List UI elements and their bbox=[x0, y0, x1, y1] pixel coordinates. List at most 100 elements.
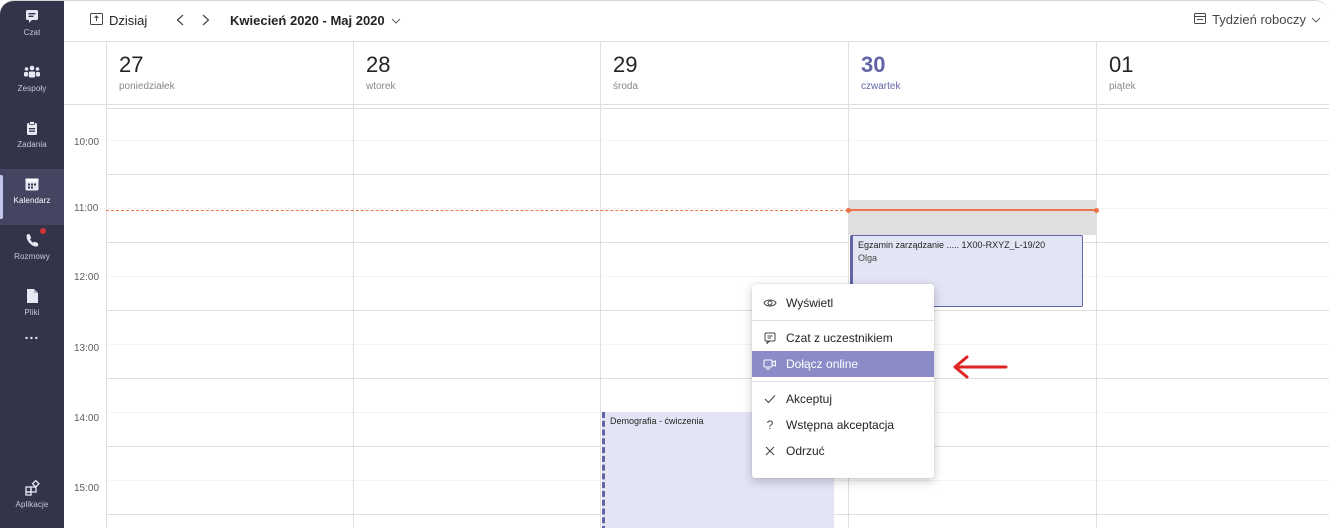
menu-item-accept[interactable]: Akceptuj bbox=[752, 386, 934, 412]
time-label: 11:00 bbox=[74, 203, 99, 214]
time-label: 12:00 bbox=[74, 272, 100, 283]
rail-item-assignments[interactable]: Zadania bbox=[0, 113, 64, 169]
hour-line bbox=[106, 378, 1329, 379]
menu-item-decline[interactable]: Odrzuć bbox=[752, 438, 934, 464]
rail-item-calendar[interactable]: Kalendarz bbox=[0, 169, 64, 225]
date-range-picker[interactable]: Kwiecień 2020 - Maj 2020 bbox=[230, 13, 401, 28]
day-number: 01 bbox=[1109, 52, 1134, 77]
event-title: Egzamin zarządzanie ..... 1X00-RXYZ_L-19… bbox=[858, 240, 1046, 250]
chat-icon bbox=[23, 7, 41, 25]
day-header-thursday[interactable]: 30 czwartek bbox=[848, 42, 1096, 106]
half-hour-line bbox=[106, 140, 1329, 141]
day-header-wednesday[interactable]: 29 środa bbox=[600, 42, 848, 106]
date-range-label: Kwiecień 2020 - Maj 2020 bbox=[230, 13, 385, 28]
menu-item-label: Odrzuć bbox=[786, 444, 825, 458]
chevron-down-icon bbox=[391, 15, 401, 27]
menu-item-view[interactable]: Wyświetl bbox=[752, 290, 934, 316]
rail-item-teams[interactable]: Zespoły bbox=[0, 57, 64, 113]
rail-label: Zadania bbox=[17, 140, 47, 149]
event-context-menu: Wyświetl Czat z uczestnikiem Dołącz onli… bbox=[752, 284, 934, 478]
today-button[interactable]: Dzisiaj bbox=[90, 12, 147, 28]
rail-item-chat[interactable]: Czat bbox=[0, 1, 64, 57]
current-time-slot bbox=[849, 200, 1096, 235]
view-label: Tydzień roboczy bbox=[1212, 12, 1306, 27]
half-hour-line bbox=[106, 276, 1329, 277]
calendar-toolbar: Dzisiaj Kwiecień 2020 - Maj 2020 Tydzień… bbox=[64, 1, 1329, 41]
menu-item-label: Czat z uczestnikiem bbox=[786, 331, 893, 345]
column-divider bbox=[353, 105, 354, 528]
half-hour-line bbox=[106, 344, 1329, 345]
calendar-icon bbox=[23, 175, 41, 193]
calendar-grid[interactable]: 10:00 11:00 12:00 13:00 14:00 15:00 Egza… bbox=[64, 105, 1329, 528]
day-header-row: 27 poniedziałek 28 wtorek 29 środa 30 cz… bbox=[64, 41, 1329, 106]
time-label: 15:00 bbox=[74, 483, 100, 494]
menu-item-join-online[interactable]: Dołącz online bbox=[752, 351, 934, 377]
rail-item-apps[interactable]: Aplikacje bbox=[0, 473, 64, 528]
chat-icon bbox=[762, 330, 778, 346]
calls-icon bbox=[23, 228, 46, 249]
current-time-line bbox=[106, 210, 848, 211]
rail-label: Zespoły bbox=[17, 84, 47, 93]
app-rail: Czat Zespoły Zadania Kalendarz Rozmowy P… bbox=[0, 1, 64, 528]
view-selector[interactable]: Tydzień roboczy bbox=[1194, 12, 1321, 27]
assignments-icon bbox=[23, 119, 41, 137]
day-name: piątek bbox=[1109, 81, 1136, 92]
day-number: 27 bbox=[119, 52, 144, 77]
day-number: 28 bbox=[366, 52, 391, 77]
next-arrow-icon[interactable] bbox=[198, 10, 214, 30]
time-label: 10:00 bbox=[74, 137, 100, 148]
chevron-down-icon bbox=[1311, 14, 1321, 26]
hour-line bbox=[106, 174, 1329, 175]
today-label: Dzisiaj bbox=[109, 12, 148, 28]
checkmark-icon bbox=[762, 391, 778, 407]
rail-label: Pliki bbox=[24, 308, 40, 317]
column-divider bbox=[1096, 105, 1097, 528]
close-icon bbox=[762, 443, 778, 459]
rail-label: Czat bbox=[23, 28, 41, 37]
hour-line bbox=[106, 242, 1329, 243]
teams-icon bbox=[23, 63, 41, 81]
day-header-monday[interactable]: 27 poniedziałek bbox=[106, 42, 353, 106]
current-time-dot bbox=[1094, 208, 1099, 213]
files-icon bbox=[23, 287, 41, 305]
event-organizer: Olga bbox=[858, 253, 878, 263]
teams-window: Czat Zespoły Zadania Kalendarz Rozmowy P… bbox=[0, 0, 1329, 528]
day-name: środa bbox=[613, 81, 639, 92]
menu-item-tentative[interactable]: ? Wstępna akceptacja bbox=[752, 412, 934, 438]
rail-item-calls[interactable]: Rozmowy bbox=[0, 225, 64, 281]
day-name: poniedziałek bbox=[119, 81, 175, 92]
day-header-friday[interactable]: 01 piątek bbox=[1096, 42, 1329, 106]
eye-icon bbox=[762, 295, 778, 311]
menu-separator bbox=[752, 320, 934, 321]
menu-item-label: Dołącz online bbox=[786, 357, 859, 371]
day-header-tuesday[interactable]: 28 wtorek bbox=[353, 42, 600, 106]
day-name: wtorek bbox=[366, 81, 396, 92]
menu-item-label: Wyświetl bbox=[786, 296, 834, 310]
calendar-view-icon bbox=[1194, 12, 1207, 27]
hour-line bbox=[106, 108, 1329, 109]
join-meeting-icon bbox=[762, 356, 778, 372]
time-label: 14:00 bbox=[74, 413, 100, 424]
menu-item-chat-with-participant[interactable]: Czat z uczestnikiem bbox=[752, 325, 934, 351]
day-number: 30 bbox=[861, 52, 886, 77]
current-time-line-today bbox=[849, 209, 1096, 211]
today-icon bbox=[90, 12, 103, 28]
menu-item-label: Wstępna akceptacja bbox=[786, 418, 895, 432]
notification-dot bbox=[40, 228, 46, 234]
half-hour-line bbox=[106, 208, 1329, 209]
current-time-dot bbox=[846, 208, 851, 213]
rail-item-more[interactable]: ... bbox=[0, 319, 64, 375]
menu-item-label: Akceptuj bbox=[786, 392, 833, 406]
hour-line bbox=[106, 310, 1329, 311]
previous-arrow-icon[interactable] bbox=[172, 10, 188, 30]
day-number: 29 bbox=[613, 52, 638, 77]
menu-separator bbox=[752, 381, 934, 382]
day-name: czwartek bbox=[861, 81, 901, 92]
annotation-arrow-icon bbox=[952, 355, 1008, 386]
column-divider bbox=[600, 105, 601, 528]
question-icon: ? bbox=[766, 418, 774, 432]
rail-label: Kalendarz bbox=[13, 196, 51, 205]
apps-icon bbox=[23, 479, 41, 497]
column-divider bbox=[106, 105, 107, 528]
rail-label: Rozmowy bbox=[14, 252, 50, 261]
